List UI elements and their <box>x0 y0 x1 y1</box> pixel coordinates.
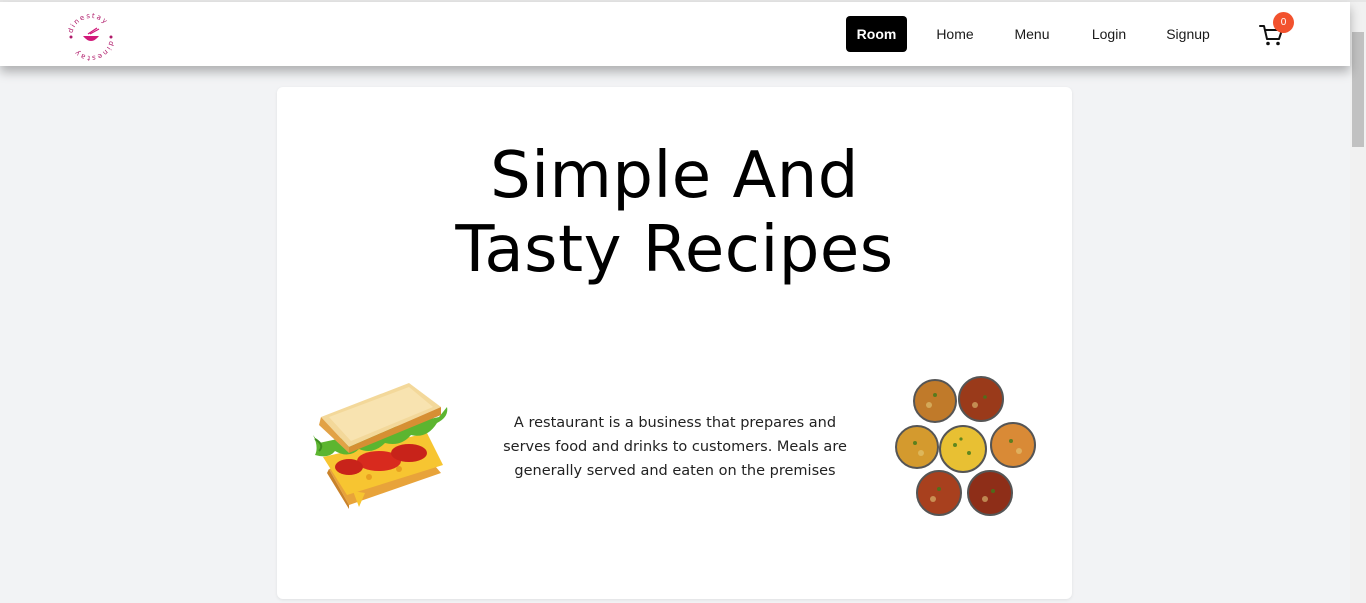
hero-title-line2: Tasty Recipes <box>455 213 894 287</box>
logo-text-bottom: dinestay <box>72 40 114 62</box>
logo-text-top: dinestay <box>66 12 108 34</box>
hero-card: Simple And Tasty Recipes A restaurant is… <box>277 87 1072 599</box>
page-scrollbar[interactable] <box>1350 2 1366 603</box>
hero-description: A restaurant is a business that prepares… <box>503 415 847 479</box>
navbar: dinestay dinestay Room Home Menu Login S… <box>0 2 1350 66</box>
logo-icon: dinestay dinestay <box>66 12 115 62</box>
sandwich-image <box>309 377 451 509</box>
hero-title-line1: Simple And <box>490 139 859 213</box>
nav-item-signup[interactable]: Signup <box>1165 16 1211 52</box>
hero-title: Simple And Tasty Recipes <box>277 139 1072 287</box>
curry-bowls-image <box>895 373 1041 519</box>
nav-item-room[interactable]: Room <box>846 16 907 52</box>
cart-count-badge: 0 <box>1273 12 1294 33</box>
nav-item-menu[interactable]: Menu <box>1013 16 1051 52</box>
svg-text:dinestay: dinestay <box>72 40 115 62</box>
nav-item-login[interactable]: Login <box>1090 16 1128 52</box>
svg-text:dinestay: dinestay <box>66 12 109 34</box>
brand-logo[interactable]: dinestay dinestay <box>64 10 118 64</box>
scrollbar-thumb[interactable] <box>1352 32 1364 147</box>
nav-item-home[interactable]: Home <box>935 16 975 52</box>
